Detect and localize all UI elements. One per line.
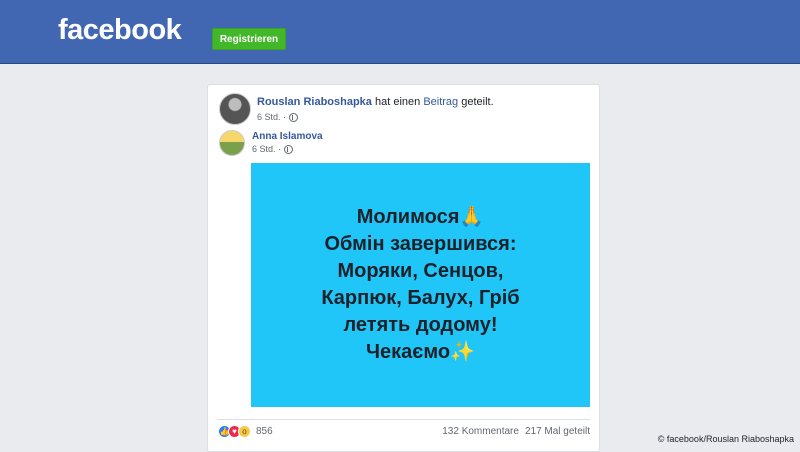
wow-icon: o bbox=[238, 425, 251, 438]
shared-author-name[interactable]: Anna Islamova bbox=[252, 131, 323, 142]
facebook-logo[interactable]: facebook bbox=[58, 14, 182, 47]
comments-count[interactable]: 132 Kommentare bbox=[442, 426, 519, 437]
image-text-line: Обмін завершився: bbox=[324, 233, 517, 255]
reactions-summary[interactable]: 👍 ♥ o 856 bbox=[218, 425, 273, 438]
action-prefix: hat einen bbox=[374, 96, 421, 108]
divider bbox=[217, 419, 590, 420]
post-card: Rouslan Riaboshapka hat einen Beitrag ge… bbox=[207, 84, 600, 452]
top-bar: facebook Registrieren bbox=[0, 0, 800, 64]
shared-meta: 6 Std. · bbox=[252, 144, 294, 154]
reaction-count: 856 bbox=[256, 426, 273, 437]
image-text-line: Чекаємо✨ bbox=[365, 341, 475, 363]
register-button[interactable]: Registrieren bbox=[212, 28, 286, 50]
image-text-line: Молимося🙏 bbox=[356, 206, 485, 228]
post-header: Rouslan Riaboshapka hat einen Beitrag ge… bbox=[257, 96, 494, 108]
shares-count[interactable]: 217 Mal geteilt bbox=[525, 426, 590, 437]
post-image[interactable]: Молимося🙏 Обмін завершився: Моряки, Сенц… bbox=[251, 163, 590, 407]
image-text-line: Моряки, Сенцов, bbox=[337, 260, 504, 282]
shared-time[interactable]: 6 Std. · bbox=[252, 144, 281, 154]
author-avatar[interactable] bbox=[219, 93, 251, 125]
post-link[interactable]: Beitrag bbox=[423, 96, 458, 108]
action-suffix: geteilt. bbox=[461, 96, 494, 108]
post-image-text: Молимося🙏 Обмін завершився: Моряки, Сенц… bbox=[321, 204, 519, 366]
post-meta: 6 Std. · bbox=[257, 112, 299, 122]
globe-icon bbox=[289, 112, 299, 122]
image-text-line: летять додому! bbox=[343, 314, 498, 336]
globe-icon bbox=[284, 144, 294, 154]
engagement-stats: 132 Kommentare 217 Mal geteilt bbox=[442, 426, 590, 437]
image-credit: © facebook/Rouslan Riaboshapka bbox=[657, 434, 794, 444]
post-time[interactable]: 6 Std. · bbox=[257, 112, 286, 122]
shared-author-avatar[interactable] bbox=[219, 130, 245, 156]
image-text-line: Карпюк, Балух, Гріб bbox=[321, 287, 520, 309]
author-name[interactable]: Rouslan Riaboshapka bbox=[257, 96, 372, 108]
